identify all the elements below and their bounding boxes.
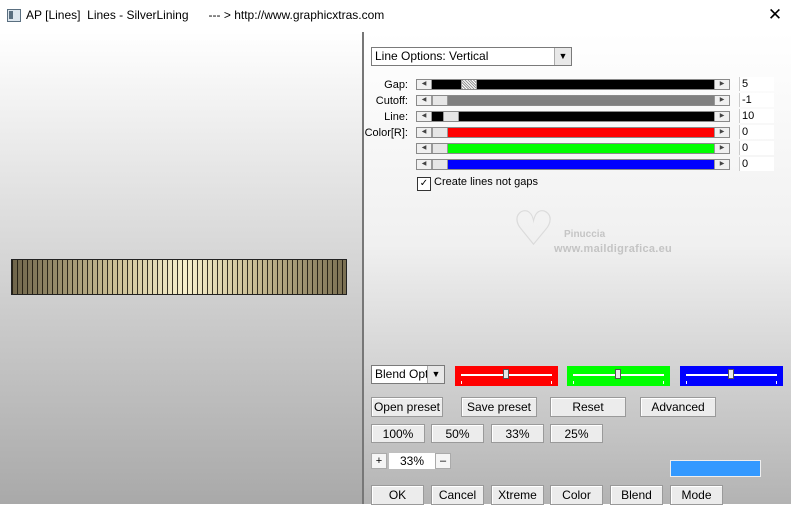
arrow-left-icon[interactable]: ◀ — [417, 144, 432, 153]
open-preset-button[interactable]: Open preset — [371, 397, 443, 417]
arrow-left-icon[interactable]: ◀ — [417, 128, 432, 137]
blue-blend-ticks — [686, 381, 777, 384]
watermark-site: www.maildigrafica.eu — [554, 243, 673, 255]
color-b-slider[interactable]: ◀ ▶ — [416, 159, 730, 170]
color-r-track[interactable] — [432, 128, 714, 137]
arrow-left-icon[interactable]: ◀ — [417, 96, 432, 105]
zoom-level: 33% — [389, 453, 435, 469]
create-lines-label: Create lines not gaps — [434, 176, 538, 188]
line-options-dropdown[interactable]: Line Options: Vertical ▼ — [371, 47, 572, 66]
green-blend-slider[interactable] — [567, 366, 670, 386]
red-blend-slider[interactable] — [455, 366, 558, 386]
color-swatch[interactable] — [670, 460, 761, 477]
blend-options-dropdown[interactable]: Blend Optio ▼ — [371, 365, 445, 384]
blue-blend-slider[interactable] — [680, 366, 783, 386]
arrow-right-icon[interactable]: ▶ — [714, 144, 729, 153]
color-r-thumb[interactable] — [432, 128, 448, 137]
ok-button[interactable]: OK — [371, 485, 424, 505]
arrow-right-icon[interactable]: ▶ — [714, 96, 729, 105]
arrow-right-icon[interactable]: ▶ — [714, 80, 729, 89]
line-value[interactable]: 10 — [739, 109, 774, 123]
cutoff-slider[interactable]: ◀ ▶ — [416, 95, 730, 106]
cutoff-thumb[interactable] — [432, 96, 448, 105]
heart-icon: ♡ — [512, 203, 556, 256]
color-g-thumb[interactable] — [432, 144, 448, 153]
gap-thumb[interactable] — [461, 80, 477, 89]
chevron-down-icon[interactable]: ▼ — [554, 48, 571, 65]
color-r-label: Color[R]: — [364, 127, 408, 139]
gap-slider[interactable]: ◀ ▶ — [416, 79, 730, 90]
zoom-25-button[interactable]: 25% — [550, 424, 603, 443]
green-blend-thumb[interactable] — [615, 369, 621, 379]
reset-button[interactable]: Reset — [550, 397, 626, 417]
color-g-value[interactable]: 0 — [739, 141, 774, 155]
color-r-slider[interactable]: ◀ ▶ — [416, 127, 730, 138]
red-blend-ticks — [461, 381, 552, 384]
lines-preview-strip — [11, 259, 347, 295]
save-preset-button[interactable]: Save preset — [461, 397, 537, 417]
color-g-slider[interactable]: ◀ ▶ — [416, 143, 730, 154]
arrow-left-icon[interactable]: ◀ — [417, 112, 432, 121]
xtreme-button[interactable]: Xtreme — [491, 485, 544, 505]
title-bar: AP [Lines] Lines - SilverLining --- > ht… — [0, 0, 791, 31]
line-thumb[interactable] — [443, 112, 459, 121]
color-b-value[interactable]: 0 — [739, 157, 774, 171]
color-g-track[interactable] — [432, 144, 714, 153]
preview-pane — [0, 32, 364, 504]
blend-button[interactable]: Blend — [610, 485, 663, 505]
create-lines-checkbox[interactable]: ✓ — [417, 177, 431, 191]
zoom-out-button[interactable]: – — [435, 453, 451, 469]
gap-label: Gap: — [384, 79, 408, 91]
arrow-right-icon[interactable]: ▶ — [714, 112, 729, 121]
color-r-value[interactable]: 0 — [739, 125, 774, 139]
window-title: AP [Lines] Lines - SilverLining --- > ht… — [26, 8, 385, 22]
chevron-down-icon[interactable]: ▼ — [427, 366, 444, 383]
app-icon — [7, 9, 21, 22]
zoom-100-button[interactable]: 100% — [371, 424, 425, 443]
color-button[interactable]: Color — [550, 485, 603, 505]
line-options-value: Line Options: Vertical — [375, 49, 489, 63]
blue-blend-thumb[interactable] — [728, 369, 734, 379]
mode-button[interactable]: Mode — [670, 485, 723, 505]
advanced-button[interactable]: Advanced — [640, 397, 716, 417]
zoom-33-button[interactable]: 33% — [491, 424, 544, 443]
arrow-left-icon[interactable]: ◀ — [417, 80, 432, 89]
zoom-50-button[interactable]: 50% — [431, 424, 484, 443]
cutoff-label: Cutoff: — [375, 95, 408, 107]
color-b-thumb[interactable] — [432, 160, 448, 169]
zoom-in-button[interactable]: + — [371, 453, 387, 469]
arrow-left-icon[interactable]: ◀ — [417, 160, 432, 169]
watermark-name: Pinuccia — [564, 229, 606, 240]
red-blend-thumb[interactable] — [503, 369, 509, 379]
green-blend-ticks — [573, 381, 664, 384]
close-button[interactable]: ✕ — [759, 2, 791, 28]
cancel-button[interactable]: Cancel — [431, 485, 484, 505]
cutoff-value[interactable]: -1 — [739, 93, 774, 107]
line-track[interactable] — [432, 112, 714, 121]
line-slider[interactable]: ◀ ▶ — [416, 111, 730, 122]
arrow-right-icon[interactable]: ▶ — [714, 128, 729, 137]
arrow-right-icon[interactable]: ▶ — [714, 160, 729, 169]
color-b-track[interactable] — [432, 160, 714, 169]
gap-value[interactable]: 5 — [739, 77, 774, 91]
line-label: Line: — [384, 111, 408, 123]
watermark: ♡ Pinuccia www.maildigrafica.eu — [508, 205, 708, 265]
cutoff-track[interactable] — [432, 96, 714, 105]
